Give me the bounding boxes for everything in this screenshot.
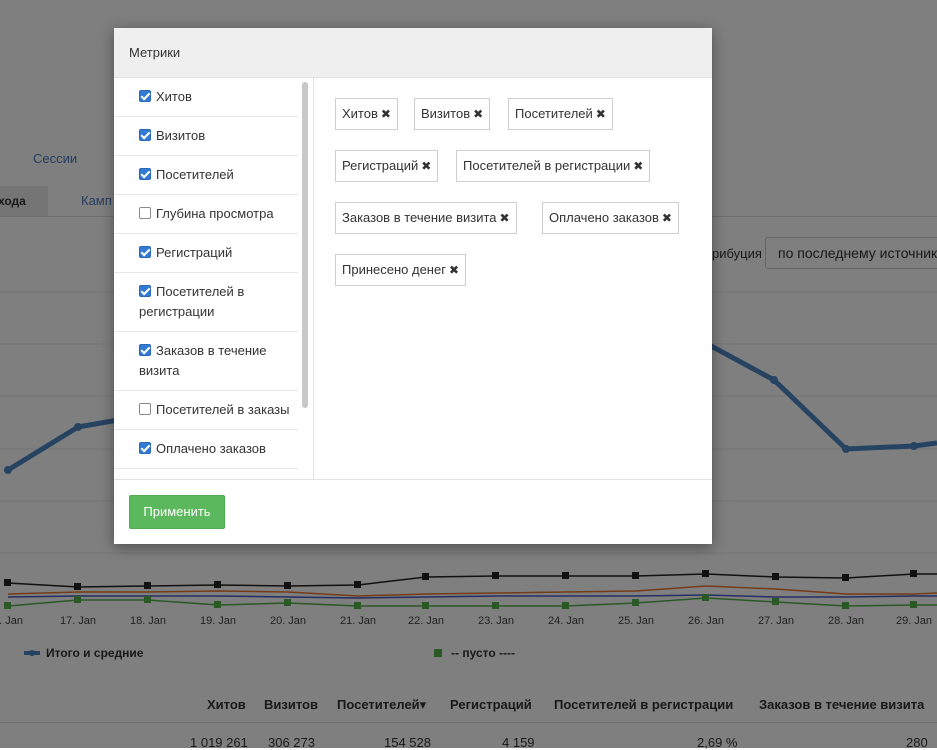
metric-option[interactable]: Посетителей в регистрации [114,273,298,332]
metric-option[interactable]: Хитов [114,78,298,117]
tag-label: Визитов [421,106,471,121]
metric-option[interactable]: Оплачено заказов [114,430,298,469]
metric-checkbox-list: Хитов Визитов Посетителей Глубина просмо… [114,78,298,479]
remove-icon[interactable]: ✖ [662,211,672,225]
tag-label: Посетителей [515,106,593,121]
remove-icon[interactable]: ✖ [633,159,643,173]
metric-option-label: Посетителей в регистрации [139,284,245,319]
selected-metric-tag: Визитов ✖ [414,98,491,130]
checkbox[interactable] [139,207,151,219]
checkbox[interactable] [139,129,151,141]
tag-label: Оплачено заказов [549,210,659,225]
remove-icon[interactable]: ✖ [421,159,431,173]
remove-icon[interactable]: ✖ [381,107,391,121]
metric-option-label: Регистраций [156,245,233,260]
tag-label: Посетителей в регистрации [463,158,631,173]
tag-label: Заказов в течение визита [342,210,497,225]
metric-option[interactable]: Регистраций [114,234,298,273]
selected-metric-tag: Посетителей ✖ [508,98,613,130]
checkbox[interactable] [139,442,151,454]
metric-option-label: Хитов [156,89,192,104]
metric-option-label: Посетителей в заказы [156,402,290,417]
metric-option[interactable]: Посетителей [114,156,298,195]
tag-label: Принесено денег [342,262,446,277]
checkbox[interactable] [139,246,151,258]
remove-icon[interactable]: ✖ [596,107,606,121]
metric-option-label: Посетителей [156,167,234,182]
apply-button[interactable]: Применить [129,495,225,529]
checkbox[interactable] [139,90,151,102]
tag-label: Регистраций [342,158,419,173]
metric-list-scrollbar[interactable] [298,78,314,479]
selected-metric-tag: Посетителей в регистрации ✖ [456,150,651,182]
selected-metric-tag: Заказов в течение визита ✖ [335,202,517,234]
tag-label: Хитов [342,106,378,121]
modal-footer: Применить [114,479,712,544]
metric-option-label: Заказов в течение визита [139,343,267,378]
metric-option[interactable]: Заказов в течение визита [114,332,298,391]
selected-metric-tag: Хитов ✖ [335,98,398,130]
checkbox[interactable] [139,168,151,180]
modal-body: Хитов Визитов Посетителей Глубина просмо… [114,78,712,479]
remove-icon[interactable]: ✖ [449,263,459,277]
selected-metric-tag: Принесено денег ✖ [335,254,467,286]
scrollbar-thumb[interactable] [302,82,308,408]
remove-icon[interactable]: ✖ [473,107,483,121]
modal-title: Метрики [114,28,712,78]
selected-metric-tag: Регистраций ✖ [335,150,439,182]
metric-option-label: Оплачено заказов [156,441,266,456]
checkbox[interactable] [139,403,151,415]
metrics-modal: Метрики Хитов Визитов Посетителей Глубин… [114,28,712,544]
metric-option-label: Визитов [156,128,206,143]
metric-option-label: Глубина просмотра [156,206,274,221]
selected-metric-tag: Оплачено заказов ✖ [542,202,679,234]
metric-option[interactable]: Посетителей в заказы [114,391,298,430]
checkbox[interactable] [139,344,151,356]
remove-icon[interactable]: ✖ [500,211,510,225]
checkbox[interactable] [139,285,151,297]
metric-option[interactable]: Глубина просмотра [114,195,298,234]
metric-option[interactable]: Визитов [114,117,298,156]
